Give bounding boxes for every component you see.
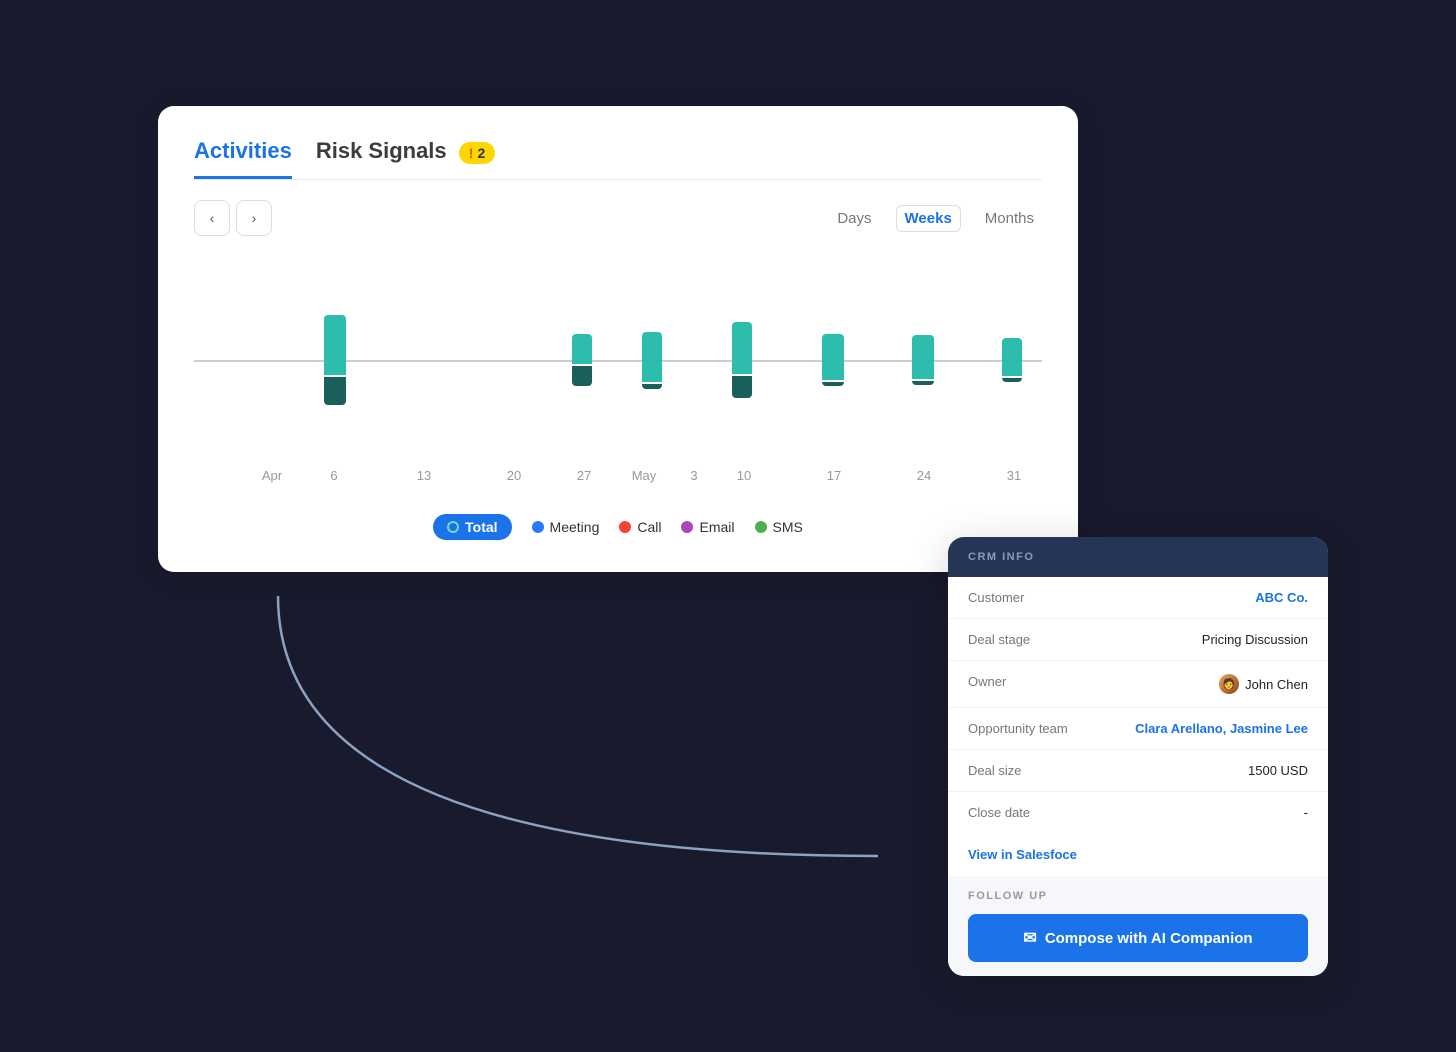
crm-label-customer: Customer xyxy=(968,590,1108,605)
legend-total-icon xyxy=(447,521,459,533)
legend-meeting-dot xyxy=(532,521,544,533)
crm-value-owner: 🧑 John Chen xyxy=(1219,674,1308,694)
crm-row-close-date: Close date - xyxy=(948,792,1328,833)
bar-lower-apr27 xyxy=(572,366,592,386)
view-salesforce-link[interactable]: View in Salesfoce xyxy=(968,847,1308,876)
bar-upper-may10 xyxy=(732,322,752,374)
bar-upper-may3 xyxy=(642,332,662,382)
compose-button[interactable]: ✉ Compose with AI Companion xyxy=(968,914,1308,962)
legend-email-label: Email xyxy=(699,519,734,535)
x-label-31: 31 xyxy=(1007,468,1021,483)
crm-footer: View in Salesfoce xyxy=(948,833,1328,876)
owner-wrap: 🧑 John Chen xyxy=(1219,674,1308,694)
crm-value-deal-stage: Pricing Discussion xyxy=(1202,632,1308,647)
bar-upper-apr6 xyxy=(324,315,346,375)
crm-label-deal-size: Deal size xyxy=(968,763,1108,778)
bar-group-apr6 xyxy=(324,315,346,405)
crm-row-deal-stage: Deal stage Pricing Discussion xyxy=(948,619,1328,661)
legend-sms-label: SMS xyxy=(773,519,803,535)
x-label-6: 6 xyxy=(330,468,337,483)
bar-group-may10 xyxy=(732,322,752,398)
x-label-17: 17 xyxy=(827,468,841,483)
crm-card: CRM INFO Customer ABC Co. Deal stage Pri… xyxy=(948,537,1328,976)
crm-label-opp-team: Opportunity team xyxy=(968,721,1108,736)
bar-lower-may3 xyxy=(642,384,662,389)
bar-upper-apr27 xyxy=(572,334,592,364)
x-label-20: 20 xyxy=(507,468,521,483)
crm-label-owner: Owner xyxy=(968,674,1108,689)
bar-lower-may10 xyxy=(732,376,752,398)
legend-item-call[interactable]: Call xyxy=(619,514,661,540)
legend-item-total[interactable]: Total xyxy=(433,514,511,540)
bar-lower-may17 xyxy=(822,382,844,386)
compose-button-label: Compose with AI Companion xyxy=(1045,930,1253,947)
bar-group-apr27 xyxy=(572,334,592,386)
bar-upper-may17 xyxy=(822,334,844,380)
legend-call-dot xyxy=(619,521,631,533)
view-toggle: Days Weeks Months xyxy=(829,205,1042,232)
follow-up-section: FOLLOW UP ✉ Compose with AI Companion xyxy=(948,876,1328,976)
crm-value-close-date: - xyxy=(1304,805,1308,820)
bar-group-may17 xyxy=(822,334,844,386)
owner-avatar: 🧑 xyxy=(1219,674,1239,694)
view-months[interactable]: Months xyxy=(977,206,1042,231)
crm-section-label: CRM INFO xyxy=(968,551,1308,563)
x-label-13: 13 xyxy=(417,468,431,483)
risk-exclaim-icon: ! xyxy=(469,145,474,161)
bar-lower-may24 xyxy=(912,381,934,385)
prev-button[interactable]: ‹ xyxy=(194,200,230,236)
chart-area xyxy=(194,260,1042,460)
bar-group-may24 xyxy=(912,335,934,385)
crm-body: Customer ABC Co. Deal stage Pricing Disc… xyxy=(948,577,1328,833)
tab-risk-signals[interactable]: Risk Signals ! 2 xyxy=(316,138,495,179)
legend-call-label: Call xyxy=(637,519,661,535)
legend-item-email[interactable]: Email xyxy=(681,514,734,540)
legend-item-meeting[interactable]: Meeting xyxy=(532,514,600,540)
nav-buttons: ‹ › xyxy=(194,200,272,236)
crm-value-customer[interactable]: ABC Co. xyxy=(1255,590,1308,605)
tab-activities[interactable]: Activities xyxy=(194,138,292,179)
crm-label-deal-stage: Deal stage xyxy=(968,632,1108,647)
x-label-may: May xyxy=(632,468,657,483)
chart-bars xyxy=(194,260,1042,460)
x-label-3: 3 xyxy=(690,468,697,483)
crm-row-customer: Customer ABC Co. xyxy=(948,577,1328,619)
x-label-apr: Apr xyxy=(262,468,282,483)
x-label-10: 10 xyxy=(737,468,751,483)
risk-badge: ! 2 xyxy=(459,142,495,164)
bar-upper-may31 xyxy=(1002,338,1022,376)
crm-row-deal-size: Deal size 1500 USD xyxy=(948,750,1328,792)
legend-sms-dot xyxy=(755,521,767,533)
bar-group-may31 xyxy=(1002,338,1022,382)
legend-email-dot xyxy=(681,521,693,533)
legend-total-label: Total xyxy=(465,519,497,535)
crm-row-owner: Owner 🧑 John Chen xyxy=(948,661,1328,708)
x-label-27: 27 xyxy=(577,468,591,483)
mail-icon: ✉ xyxy=(1023,928,1036,948)
crm-row-opp-team: Opportunity team Clara Arellano, Jasmine… xyxy=(948,708,1328,750)
bar-lower-apr6 xyxy=(324,377,346,405)
x-label-24: 24 xyxy=(917,468,931,483)
bar-group-may3 xyxy=(642,332,662,389)
view-days[interactable]: Days xyxy=(829,206,879,231)
next-button[interactable]: › xyxy=(236,200,272,236)
crm-label-close-date: Close date xyxy=(968,805,1108,820)
activities-card: Activities Risk Signals ! 2 ‹ › Days Wee… xyxy=(158,106,1078,572)
risk-count: 2 xyxy=(477,145,485,161)
follow-up-label: FOLLOW UP xyxy=(968,890,1308,902)
tabs-container: Activities Risk Signals ! 2 xyxy=(194,138,1042,180)
view-weeks[interactable]: Weeks xyxy=(896,205,961,232)
legend-meeting-label: Meeting xyxy=(550,519,600,535)
crm-value-deal-size: 1500 USD xyxy=(1248,763,1308,778)
bar-lower-may31 xyxy=(1002,378,1022,382)
bar-upper-may24 xyxy=(912,335,934,379)
legend-item-sms[interactable]: SMS xyxy=(755,514,803,540)
crm-value-opp-team[interactable]: Clara Arellano, Jasmine Lee xyxy=(1135,721,1308,736)
chart-legend: Total Meeting Call Email SMS xyxy=(194,514,1042,540)
controls-bar: ‹ › Days Weeks Months xyxy=(194,200,1042,236)
x-axis: Apr 6 13 20 27 May 3 10 17 24 31 xyxy=(194,468,1042,498)
crm-header: CRM INFO xyxy=(948,537,1328,577)
